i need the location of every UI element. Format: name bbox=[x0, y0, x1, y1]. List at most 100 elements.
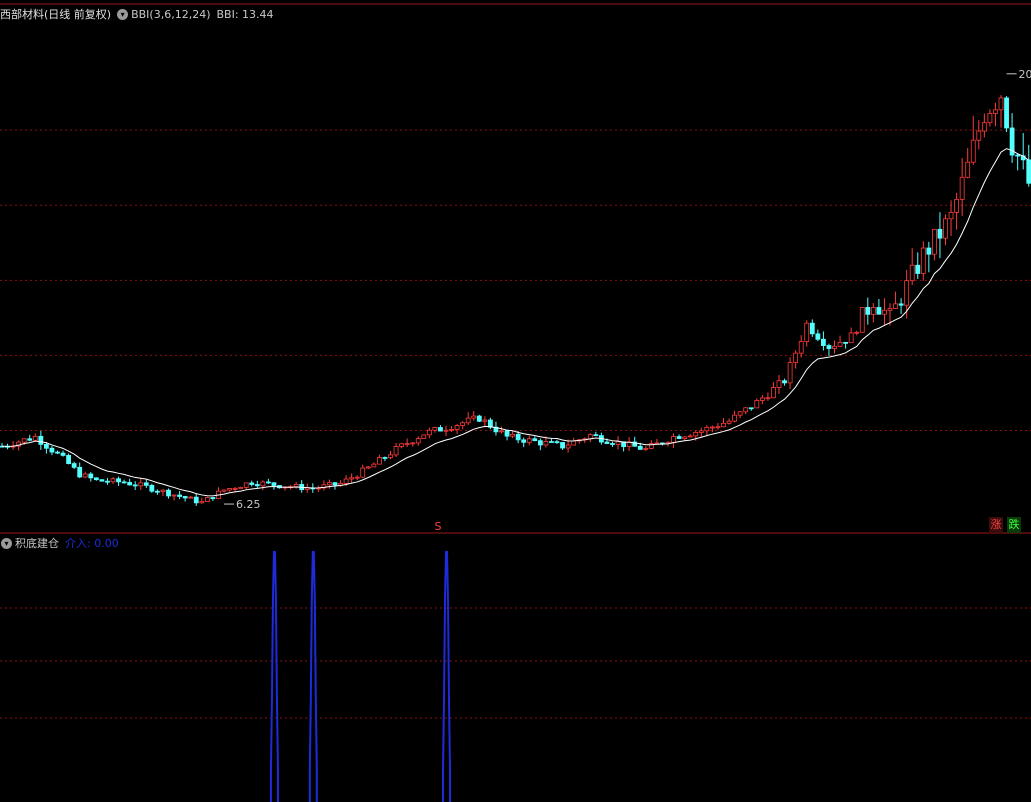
candle-down bbox=[915, 264, 921, 274]
candle-down bbox=[166, 489, 171, 497]
candle-down bbox=[193, 496, 199, 504]
candle-up bbox=[399, 443, 405, 447]
candle-up bbox=[465, 417, 471, 424]
candle-up bbox=[21, 438, 27, 443]
candle-up bbox=[199, 501, 205, 504]
candle-up bbox=[388, 454, 393, 458]
candle-up bbox=[954, 198, 959, 213]
candle-up bbox=[726, 420, 732, 424]
candle-down bbox=[99, 479, 105, 482]
fall-tag[interactable]: 跌 bbox=[1007, 517, 1021, 533]
candle-down bbox=[1026, 159, 1031, 184]
candle-down bbox=[937, 228, 943, 239]
candle-down bbox=[332, 482, 338, 486]
candle-down bbox=[121, 481, 127, 484]
candle-up bbox=[571, 440, 577, 446]
candle-up bbox=[482, 419, 488, 422]
candle-up bbox=[965, 161, 971, 178]
signal-marker: S bbox=[435, 520, 442, 533]
candle-up bbox=[371, 463, 377, 468]
grid-lines bbox=[0, 3, 1031, 719]
indicator-name[interactable]: BBI(3,6,12,24) bbox=[131, 8, 210, 21]
candle-up bbox=[138, 482, 144, 487]
candle-up bbox=[232, 488, 238, 490]
candle-up bbox=[959, 176, 965, 200]
candle-up bbox=[460, 422, 466, 426]
candle-down bbox=[438, 427, 443, 432]
candle-up bbox=[671, 436, 676, 443]
candle-down bbox=[865, 307, 871, 315]
chevron-down-icon[interactable]: ▾ bbox=[1, 537, 12, 549]
candle-down bbox=[210, 497, 216, 500]
candle-up bbox=[787, 362, 793, 384]
candle-up bbox=[454, 425, 460, 430]
candle-down bbox=[782, 380, 787, 384]
bbi-line bbox=[1, 148, 1030, 497]
candle-up bbox=[704, 426, 710, 432]
chart-annotations: 20 6.25 S bbox=[224, 68, 1031, 533]
candle-down bbox=[515, 433, 521, 441]
stock-chart[interactable]: 20 6.25 S bbox=[0, 0, 1031, 802]
candle-down bbox=[748, 407, 754, 410]
candle-down bbox=[593, 434, 599, 437]
candle-up bbox=[415, 438, 421, 444]
high-label: 20 bbox=[1019, 68, 1031, 81]
candle-up bbox=[221, 489, 227, 492]
candle-up bbox=[327, 482, 332, 486]
candle-down bbox=[49, 447, 55, 453]
candle-up bbox=[743, 407, 749, 413]
candle-up bbox=[82, 473, 88, 478]
candle-down bbox=[504, 430, 510, 437]
candle-up bbox=[526, 438, 532, 443]
subpanel-title[interactable]: 积底建仓 bbox=[15, 535, 59, 551]
candle-down bbox=[815, 333, 821, 340]
candle-down bbox=[265, 481, 271, 484]
candle-down bbox=[149, 484, 155, 492]
chevron-down-icon[interactable]: ▾ bbox=[117, 8, 129, 20]
candle-up bbox=[443, 429, 449, 432]
candle-down bbox=[66, 455, 71, 464]
candle-up bbox=[565, 444, 571, 449]
candle-up bbox=[976, 130, 982, 141]
candle-up bbox=[848, 332, 854, 344]
candle-up bbox=[771, 387, 776, 399]
candle-up bbox=[349, 477, 355, 480]
candle-down bbox=[487, 419, 493, 428]
candle-up bbox=[238, 487, 244, 489]
candle-down bbox=[249, 482, 255, 485]
candle-down bbox=[926, 247, 932, 255]
candle-up bbox=[682, 436, 688, 439]
candle-down bbox=[898, 303, 904, 306]
candle-down bbox=[537, 440, 543, 446]
candle-down bbox=[271, 482, 277, 486]
subpanel-legend: 介入: 0.00 bbox=[65, 537, 119, 550]
candle-up bbox=[721, 422, 726, 428]
candle-down bbox=[560, 442, 565, 449]
candle-up bbox=[687, 435, 693, 438]
candle-up bbox=[804, 322, 810, 342]
candle-down bbox=[38, 435, 44, 445]
candle-up bbox=[832, 345, 837, 349]
candle-up bbox=[543, 441, 549, 446]
candle-up bbox=[759, 397, 765, 401]
candle-down bbox=[55, 451, 60, 454]
candle-up bbox=[204, 497, 210, 502]
candle-up bbox=[643, 447, 649, 450]
candle-down bbox=[77, 466, 83, 478]
signal-bar bbox=[442, 551, 451, 802]
candle-up bbox=[260, 481, 266, 487]
candle-down bbox=[60, 452, 66, 456]
candle-down bbox=[177, 494, 183, 497]
low-label: 6.25 bbox=[236, 498, 261, 511]
candle-up bbox=[754, 400, 760, 409]
candle-up bbox=[471, 415, 477, 419]
stock-title[interactable]: 西部材料(日线 前复权) bbox=[0, 6, 111, 22]
rise-tag[interactable]: 涨 bbox=[989, 517, 1003, 533]
candle-down bbox=[676, 436, 682, 439]
signal-bar bbox=[308, 551, 318, 802]
candle-down bbox=[182, 496, 188, 499]
candlestick-series bbox=[0, 95, 1031, 506]
candle-down bbox=[127, 482, 133, 486]
candle-down bbox=[554, 441, 560, 444]
candle-down bbox=[637, 445, 643, 450]
